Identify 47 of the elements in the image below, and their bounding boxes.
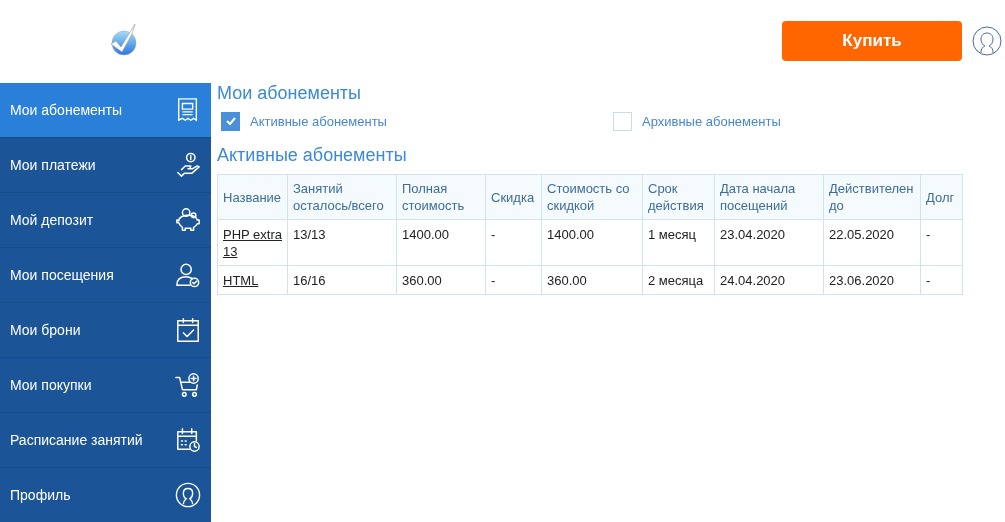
column-header: Действителен до: [823, 174, 921, 220]
user-circle-icon: [175, 482, 201, 508]
sidebar-item[interactable]: Мои покупки: [0, 358, 211, 413]
hand-coin-icon: [175, 152, 201, 178]
sidebar-item[interactable]: Мои посещения: [0, 248, 211, 303]
table-cell: 16/16: [287, 265, 397, 295]
check-icon: [225, 117, 236, 125]
table-cell: 24.04.2020: [714, 265, 824, 295]
piggy-bank-icon: [175, 207, 201, 233]
column-header: Название: [217, 174, 288, 220]
table-cell: -: [920, 219, 963, 266]
table-cell: 13/13: [287, 219, 397, 266]
sidebar-item[interactable]: Мои абонементы: [0, 83, 211, 138]
column-header: Полная стоимость: [396, 174, 486, 220]
column-header: Занятий осталось/всего: [287, 174, 397, 220]
cart-plus-icon: [175, 372, 201, 398]
table-cell: 1400.00: [396, 219, 486, 266]
table-cell: 2 месяца: [642, 265, 715, 295]
sidebar-item[interactable]: Расписание занятий: [0, 413, 211, 468]
column-header: Срок действия: [642, 174, 715, 220]
column-header: Стоимость со скидкой: [541, 174, 643, 220]
column-header: Долг: [920, 174, 963, 220]
page-title: Мои абонементы: [217, 83, 363, 103]
checkbox-label[interactable]: Архивные абонементы: [642, 113, 781, 129]
table-cell: -: [485, 265, 542, 295]
calendar-clock-icon: [175, 427, 201, 453]
user-avatar-icon[interactable]: [972, 25, 1002, 56]
table-cell: 360.00: [541, 265, 643, 295]
table-cell: 1400.00: [541, 219, 643, 266]
sidebar-item[interactable]: Мои брони: [0, 303, 211, 358]
table-cell: 23.04.2020: [714, 219, 824, 266]
section-title: Активные абонементы: [217, 145, 408, 166]
table-cell: 22.05.2020: [823, 219, 921, 266]
sidebar-item[interactable]: Профиль: [0, 468, 211, 522]
column-header: Скидка: [485, 174, 542, 220]
calendar-check-icon: [175, 317, 201, 343]
table-cell: -: [485, 219, 542, 266]
checkbox-label[interactable]: Активные абонементы: [250, 113, 387, 129]
column-header: Дата начала посещений: [714, 174, 824, 220]
table-cell: 23.06.2020: [823, 265, 921, 295]
sidebar-item[interactable]: Мои платежи: [0, 138, 211, 193]
table-cell: 1 месяц: [642, 219, 715, 266]
table-cell: 360.00: [396, 265, 486, 295]
user-check-icon: [175, 262, 201, 288]
sidebar-item[interactable]: Мой депозит: [0, 193, 211, 248]
table-cell: -: [920, 265, 963, 295]
checkbox[interactable]: [221, 111, 240, 131]
